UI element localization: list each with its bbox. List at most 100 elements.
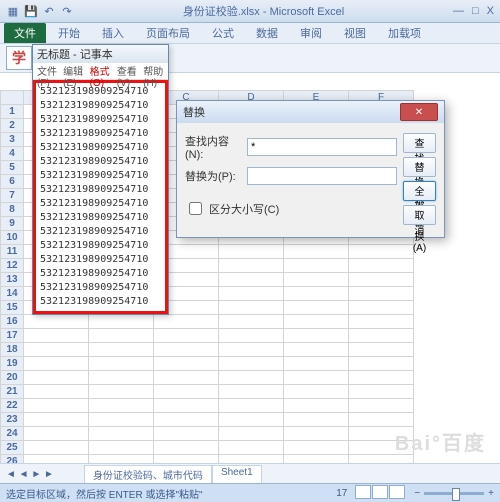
cell[interactable] (349, 287, 414, 301)
cell[interactable] (349, 385, 414, 399)
xue-icon[interactable]: 学 (6, 46, 32, 70)
cell[interactable] (284, 287, 349, 301)
sheet-tab[interactable]: 身份证校验码、城市代码 (84, 465, 212, 484)
cell[interactable] (349, 413, 414, 427)
maximize-button[interactable]: □ (472, 5, 479, 17)
cell[interactable] (219, 315, 284, 329)
cell[interactable] (24, 357, 89, 371)
cell[interactable] (349, 371, 414, 385)
cell[interactable] (284, 329, 349, 343)
row-header[interactable]: 20 (1, 371, 24, 385)
row-header[interactable]: 15 (1, 301, 24, 315)
notepad-menu-item[interactable]: 帮助(H) (143, 63, 164, 79)
cell[interactable] (219, 371, 284, 385)
match-case-checkbox[interactable] (189, 202, 202, 215)
sheet-tabs[interactable]: 身份证校验码、城市代码Sheet1 (84, 465, 262, 484)
cell[interactable] (24, 371, 89, 385)
cell[interactable] (24, 441, 89, 455)
cell[interactable] (154, 441, 219, 455)
cell[interactable] (154, 329, 219, 343)
row-header[interactable]: 7 (1, 189, 24, 203)
row-header[interactable]: 24 (1, 427, 24, 441)
row-header[interactable]: 22 (1, 399, 24, 413)
row-header[interactable]: 5 (1, 161, 24, 175)
row-header[interactable]: 11 (1, 245, 24, 259)
ribbon-tab[interactable]: 公式 (202, 23, 244, 43)
save-icon[interactable]: 💾 (24, 4, 38, 18)
row-header[interactable]: 19 (1, 357, 24, 371)
cell[interactable] (219, 259, 284, 273)
row-header[interactable]: 10 (1, 231, 24, 245)
cell[interactable] (349, 357, 414, 371)
notepad-menu-item[interactable]: 文件(F) (37, 63, 57, 79)
row-header[interactable]: 17 (1, 329, 24, 343)
file-tab[interactable]: 文件 (4, 23, 46, 43)
cell[interactable] (89, 329, 154, 343)
cell[interactable] (219, 413, 284, 427)
cell[interactable] (284, 399, 349, 413)
cell[interactable] (349, 315, 414, 329)
row-header[interactable]: 4 (1, 147, 24, 161)
cell[interactable] (24, 385, 89, 399)
cell[interactable] (284, 385, 349, 399)
cell[interactable] (284, 427, 349, 441)
dialog-close-button[interactable]: ✕ (400, 103, 438, 121)
zoom-slider[interactable] (424, 492, 484, 495)
cell[interactable] (219, 427, 284, 441)
ribbon-tab[interactable]: 页面布局 (136, 23, 200, 43)
cell[interactable] (219, 385, 284, 399)
close-button[interactable]: X (487, 5, 494, 17)
cell[interactable] (89, 385, 154, 399)
notepad-menu-item[interactable]: 格式(O) (90, 63, 111, 79)
row-header[interactable]: 21 (1, 385, 24, 399)
row-header[interactable]: 2 (1, 119, 24, 133)
ribbon-tab[interactable]: 加载项 (378, 23, 431, 43)
cell[interactable] (24, 343, 89, 357)
row-header[interactable]: 9 (1, 217, 24, 231)
undo-icon[interactable]: ↶ (42, 4, 56, 18)
cell[interactable] (154, 343, 219, 357)
cell[interactable] (219, 357, 284, 371)
cell[interactable] (284, 259, 349, 273)
cell[interactable] (154, 427, 219, 441)
cell[interactable] (284, 343, 349, 357)
cell[interactable] (219, 301, 284, 315)
row-header[interactable]: 12 (1, 259, 24, 273)
cell[interactable] (89, 315, 154, 329)
row-header[interactable]: 23 (1, 413, 24, 427)
cell[interactable] (154, 371, 219, 385)
cell[interactable] (219, 329, 284, 343)
cell[interactable] (284, 245, 349, 259)
row-header[interactable]: 25 (1, 441, 24, 455)
cell[interactable] (284, 357, 349, 371)
cell[interactable] (89, 441, 154, 455)
cell[interactable] (89, 371, 154, 385)
ribbon-tab[interactable]: 审阅 (290, 23, 332, 43)
notepad-menu[interactable]: 文件(F)编辑(E)格式(O)查看(V)帮助(H) (33, 63, 168, 80)
cell[interactable] (349, 273, 414, 287)
cell[interactable] (24, 329, 89, 343)
ribbon-tab[interactable]: 开始 (48, 23, 90, 43)
zoom-in-icon[interactable]: + (488, 488, 494, 499)
ribbon-tab[interactable]: 插入 (92, 23, 134, 43)
cell[interactable] (89, 427, 154, 441)
cell[interactable] (89, 413, 154, 427)
sheet-tab[interactable]: Sheet1 (212, 465, 262, 484)
row-header[interactable]: 6 (1, 175, 24, 189)
cell[interactable] (349, 329, 414, 343)
cell[interactable] (284, 273, 349, 287)
cell[interactable] (219, 287, 284, 301)
row-header[interactable]: 1 (1, 105, 24, 119)
cell[interactable] (24, 399, 89, 413)
ribbon-tab[interactable]: 视图 (334, 23, 376, 43)
cell[interactable] (284, 301, 349, 315)
cell[interactable] (284, 413, 349, 427)
minimize-button[interactable]: — (453, 5, 464, 17)
row-header[interactable]: 18 (1, 343, 24, 357)
cell[interactable] (219, 343, 284, 357)
replace-input[interactable] (247, 167, 397, 185)
row-header[interactable]: 3 (1, 133, 24, 147)
cell[interactable] (24, 315, 89, 329)
cell[interactable] (284, 371, 349, 385)
cell[interactable] (349, 301, 414, 315)
